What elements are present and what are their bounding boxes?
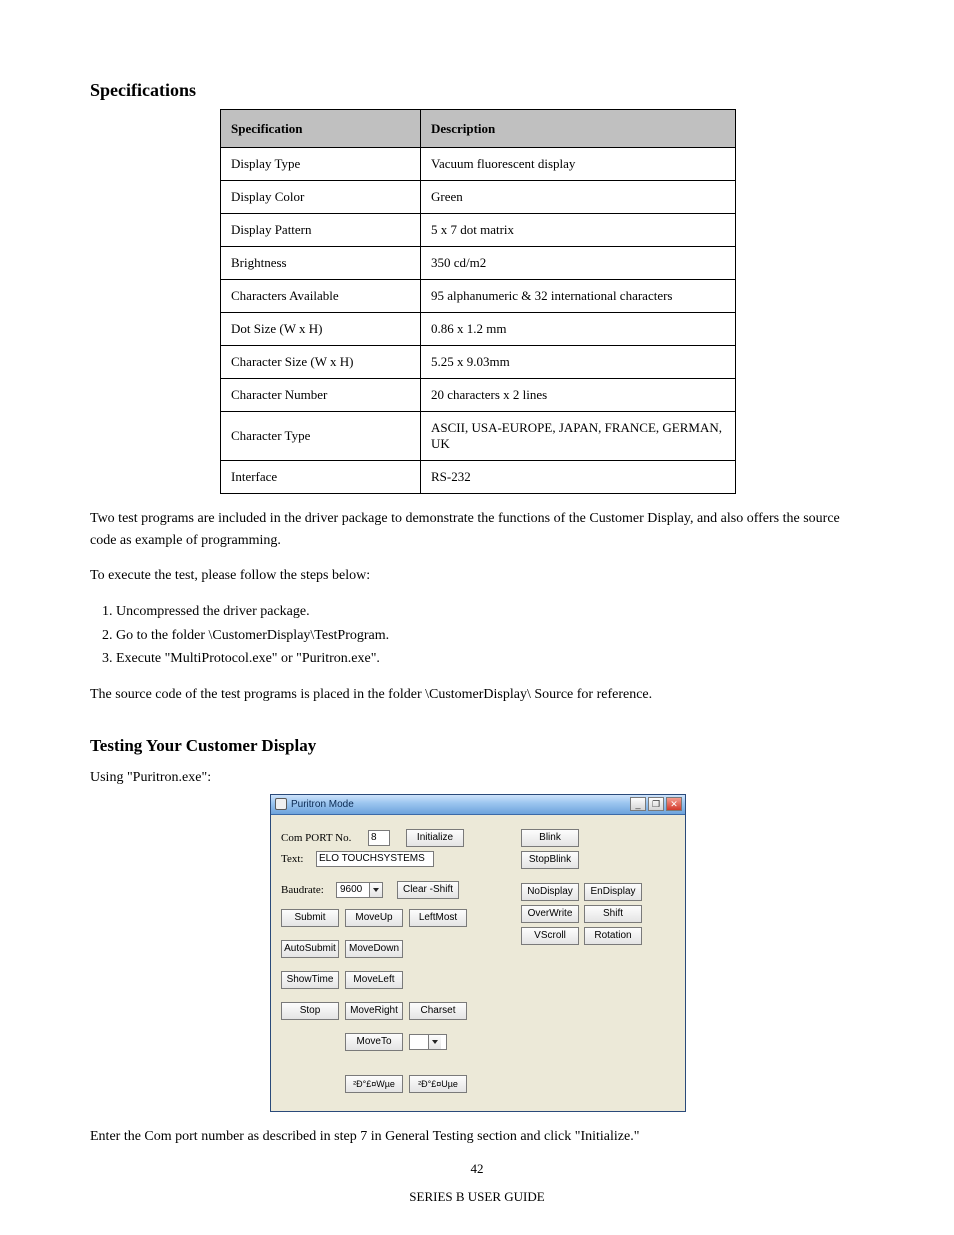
comport-label: Com PORT No. [281,832,363,844]
table-cell: Vacuum fluorescent display [421,148,736,181]
moveto-dropdown-icon [428,1035,441,1049]
table-cell: 5.25 x 9.03mm [421,346,736,379]
stop-button[interactable]: Stop [281,1002,339,1020]
titlebar: Puritron Mode _ ❐ ✕ [271,795,685,815]
minimize-button[interactable]: _ [630,797,646,811]
table-cell: Interface [221,461,421,494]
steps-list: Uncompressed the driver package.Go to th… [90,601,864,670]
text-label: Text: [281,853,311,865]
showtime-button[interactable]: ShowTime [281,971,339,989]
nodisplay-button[interactable]: NoDisplay [521,883,579,901]
table-cell: Character Number [221,379,421,412]
movedown-button[interactable]: MoveDown [345,940,403,958]
table-cell: 5 x 7 dot matrix [421,214,736,247]
garb2-button[interactable]: ²Ð°£¤Uµe [409,1075,467,1093]
th-spec: Specification [221,110,421,148]
window-title: Puritron Mode [291,799,354,810]
table-cell: Brightness [221,247,421,280]
table-cell: ASCII, USA-EUROPE, JAPAN, FRANCE, GERMAN… [421,412,736,461]
intro-p1: Two test programs are included in the dr… [90,508,864,551]
baud-dropdown-icon [369,883,382,897]
table-cell: Dot Size (W x H) [221,313,421,346]
submit-button[interactable]: Submit [281,909,339,927]
garb1-button[interactable]: ²Ð°£¤Wµe [345,1075,403,1093]
table-cell: Green [421,181,736,214]
moveto-combo[interactable] [409,1034,447,1050]
table-cell: 0.86 x 1.2 mm [421,313,736,346]
table-cell: RS-232 [421,461,736,494]
autosubmit-button[interactable]: AutoSubmit [281,940,339,958]
table-row: Display Pattern5 x 7 dot matrix [221,214,736,247]
table-row: Character TypeASCII, USA-EUROPE, JAPAN, … [221,412,736,461]
intro-p2: To execute the test, please follow the s… [90,565,864,587]
moveup-button[interactable]: MoveUp [345,909,403,927]
list-item: Execute "MultiProtocol.exe" or "Puritron… [116,648,864,670]
moveleft-button[interactable]: MoveLeft [345,971,403,989]
spec-table: Specification Description Display TypeVa… [220,109,736,494]
table-row: Brightness350 cd/m2 [221,247,736,280]
table-row: Display ColorGreen [221,181,736,214]
moveto-value [410,1035,428,1049]
table-row: Character Number20 characters x 2 lines [221,379,736,412]
table-row: Display TypeVacuum fluorescent display [221,148,736,181]
app-icon [275,798,287,810]
page-number: 42 [0,1161,954,1177]
table-cell: Characters Available [221,280,421,313]
table-cell: Display Color [221,181,421,214]
subsub-puritron: Using "Puritron.exe": [90,770,864,786]
initialize-button[interactable]: Initialize [406,829,464,847]
table-row: Characters Available95 alphanumeric & 32… [221,280,736,313]
th-desc: Description [421,110,736,148]
list-item: Uncompressed the driver package. [116,601,864,623]
endisplay-button[interactable]: EnDisplay [584,883,642,901]
table-cell: 95 alphanumeric & 32 international chara… [421,280,736,313]
close-button[interactable]: ✕ [666,797,682,811]
spec-table-wrap: Specification Description Display TypeVa… [220,109,736,494]
vscroll-button[interactable]: VScroll [521,927,579,945]
table-row: InterfaceRS-232 [221,461,736,494]
leftmost-button[interactable]: LeftMost [409,909,467,927]
list-item: Go to the folder \CustomerDisplay\TestPr… [116,625,864,647]
stopblink-button[interactable]: StopBlink [521,851,579,869]
charset-button[interactable]: Charset [409,1002,467,1020]
page-title: Specifications [90,80,864,101]
table-cell: 20 characters x 2 lines [421,379,736,412]
table-cell: Character Size (W x H) [221,346,421,379]
table-row: Character Size (W x H)5.25 x 9.03mm [221,346,736,379]
moveto-button[interactable]: MoveTo [345,1033,403,1051]
footer-text: SERIES B USER GUIDE [0,1189,954,1205]
table-cell: Character Type [221,412,421,461]
blink-button[interactable]: Blink [521,829,579,847]
table-cell: 350 cd/m2 [421,247,736,280]
puritron-window: Puritron Mode _ ❐ ✕ Com PORT No. Initial… [270,794,686,1112]
moveright-button[interactable]: MoveRight [345,1002,403,1020]
comport-input[interactable] [368,830,390,846]
bottom-para: Enter the Com port number as described i… [90,1126,864,1148]
maximize-button[interactable]: ❐ [648,797,664,811]
baud-label: Baudrate: [281,884,331,896]
baud-value: 9600 [337,883,369,897]
baud-combo[interactable]: 9600 [336,882,383,898]
table-row: Dot Size (W x H)0.86 x 1.2 mm [221,313,736,346]
shift-button[interactable]: Shift [584,905,642,923]
intro-p3: The source code of the test programs is … [90,684,864,706]
text-input[interactable] [316,851,434,867]
rotation-button[interactable]: Rotation [584,927,642,945]
overwrite-button[interactable]: OverWrite [521,905,579,923]
subhead-testing: Testing Your Customer Display [90,736,864,756]
clear-shift-button[interactable]: Clear -Shift [397,881,459,899]
table-cell: Display Type [221,148,421,181]
table-cell: Display Pattern [221,214,421,247]
